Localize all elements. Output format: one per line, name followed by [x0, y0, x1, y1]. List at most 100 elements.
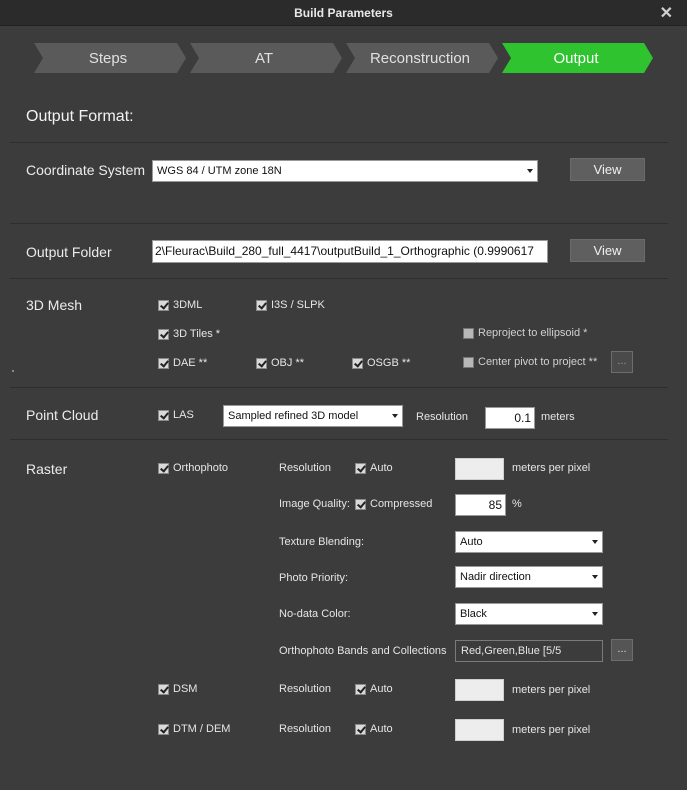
step-label-steps: Steps — [89, 50, 127, 67]
step-label-output: Output — [553, 50, 599, 67]
window-title: Build Parameters — [294, 6, 393, 20]
bands-collections-label: Orthophoto Bands and Collections — [279, 645, 447, 657]
step-label-at: AT — [255, 50, 273, 67]
compressed-label: Compressed — [370, 498, 433, 510]
photo-priority-label: Photo Priority: — [279, 572, 349, 584]
output-folder-label: Output Folder — [26, 244, 112, 260]
checkbox-box[interactable] — [158, 683, 169, 695]
reproject-ellipsoid-label: Reproject to ellipsoid * — [478, 327, 588, 339]
dsm-resolution-input[interactable] — [455, 679, 504, 701]
dtm-checkbox[interactable]: DTM / DEM — [158, 723, 230, 735]
dsm-checkbox[interactable]: DSM — [158, 683, 197, 695]
bands-ellipsis-button[interactable]: ... — [611, 639, 633, 661]
checkbox-box[interactable] — [355, 683, 366, 695]
dsm-resolution-unit: meters per pixel — [512, 684, 591, 696]
dtm-auto-label: Auto — [370, 723, 393, 735]
checkbox-box[interactable] — [158, 357, 169, 369]
mesh-3dml-label: 3DML — [173, 299, 203, 311]
chevron-down-icon — [592, 612, 598, 616]
output-folder-input[interactable]: 2\Fleurac\Build_280_full_4417\outputBuil… — [152, 240, 548, 263]
wizard-steps: Steps AT Reconstruction Output — [34, 43, 654, 73]
mesh-obj-label: OBJ ** — [271, 357, 305, 369]
image-quality-unit: % — [512, 498, 522, 510]
checkbox-box[interactable] — [256, 357, 267, 369]
dsm-auto-label: Auto — [370, 683, 393, 695]
compressed-checkbox[interactable]: Compressed — [355, 498, 432, 510]
point-cloud-label: Point Cloud — [26, 407, 99, 423]
orthophoto-resolution-input[interactable] — [455, 458, 504, 480]
reproject-ellipsoid-checkbox[interactable]: Reproject to ellipsoid * — [463, 327, 587, 339]
image-quality-input[interactable]: 85 — [455, 494, 506, 516]
checkbox-box[interactable] — [463, 356, 474, 368]
point-cloud-source-dropdown[interactable]: Sampled refined 3D model — [223, 405, 403, 427]
nodata-color-label: No-data Color: — [279, 608, 351, 620]
dsm-resolution-label: Resolution — [279, 683, 331, 695]
texture-blending-dropdown[interactable]: Auto — [455, 531, 603, 553]
checkbox-box[interactable] — [355, 723, 366, 735]
point-cloud-unit: meters — [541, 411, 575, 423]
photo-priority-dropdown[interactable]: Nadir direction — [455, 566, 603, 588]
orthophoto-checkbox[interactable]: Orthophoto — [158, 462, 228, 474]
orthophoto-resolution-label: Resolution — [279, 462, 331, 474]
separator — [10, 387, 668, 388]
mesh-osgb-label: OSGB ** — [367, 357, 411, 369]
center-pivot-checkbox[interactable]: Center pivot to project ** — [463, 356, 597, 368]
mesh-osgb-checkbox[interactable]: OSGB ** — [352, 357, 410, 369]
dtm-label: DTM / DEM — [173, 723, 231, 735]
las-label: LAS — [173, 409, 194, 421]
chevron-down-icon — [592, 540, 598, 544]
dsm-auto-checkbox[interactable]: Auto — [355, 683, 393, 695]
mesh-i3s-checkbox[interactable]: I3S / SLPK — [256, 299, 325, 311]
point-cloud-resolution-label: Resolution — [416, 411, 468, 423]
checkbox-box[interactable] — [158, 328, 169, 340]
point-cloud-resolution-input[interactable]: 0.1 — [485, 407, 535, 429]
raster-label: Raster — [26, 461, 68, 477]
orthophoto-resolution-unit: meters per pixel — [512, 462, 591, 474]
orthophoto-auto-label: Auto — [370, 462, 393, 474]
checkbox-box[interactable] — [158, 462, 169, 474]
las-checkbox[interactable]: LAS — [158, 409, 194, 421]
output-folder-view-button[interactable]: View — [570, 239, 645, 262]
separator — [10, 439, 668, 440]
mesh-3dml-checkbox[interactable]: 3DML — [158, 299, 202, 311]
checkbox-box[interactable] — [158, 723, 169, 735]
coordinate-system-dropdown[interactable]: WGS 84 / UTM zone 18N — [152, 160, 538, 182]
mesh-dae-checkbox[interactable]: DAE ** — [158, 357, 207, 369]
mesh-section-label: 3D Mesh — [26, 297, 83, 313]
mesh-obj-checkbox[interactable]: OBJ ** — [256, 357, 304, 369]
mesh-3dtiles-checkbox[interactable]: 3D Tiles * — [158, 328, 220, 340]
wizard-steps-graphic: Steps AT Reconstruction Output — [34, 43, 653, 73]
mesh-dae-label: DAE ** — [173, 357, 208, 369]
checkbox-box[interactable] — [352, 357, 363, 369]
dtm-resolution-input[interactable] — [455, 719, 504, 741]
bands-collections-field[interactable]: Red,Green,Blue [5/5 — [455, 640, 603, 662]
mesh-3dtiles-label: 3D Tiles * — [173, 328, 221, 340]
checkbox-box[interactable] — [256, 299, 267, 311]
nodata-color-dropdown[interactable]: Black — [455, 603, 603, 625]
center-pivot-label: Center pivot to project ** — [478, 356, 598, 368]
texture-blending-label: Texture Blending: — [279, 536, 364, 548]
coordinate-system-view-button[interactable]: View — [570, 158, 645, 181]
title-bar: Build Parameters ✕ — [0, 0, 687, 26]
orthophoto-label: Orthophoto — [173, 462, 229, 474]
checkbox-box[interactable] — [158, 299, 169, 311]
center-pivot-ellipsis-button[interactable]: ... — [611, 351, 633, 373]
mesh-i3s-label: I3S / SLPK — [271, 299, 325, 311]
nodata-color-value: Black — [460, 608, 487, 620]
dtm-resolution-unit: meters per pixel — [512, 724, 591, 736]
point-cloud-source-value: Sampled refined 3D model — [228, 410, 359, 422]
chevron-down-icon — [392, 414, 398, 418]
close-icon[interactable]: ✕ — [660, 3, 673, 23]
photo-priority-value: Nadir direction — [460, 571, 531, 583]
dtm-auto-checkbox[interactable]: Auto — [355, 723, 393, 735]
checkbox-box[interactable] — [355, 498, 366, 510]
checkbox-box[interactable] — [158, 409, 169, 421]
orthophoto-auto-checkbox[interactable]: Auto — [355, 462, 393, 474]
image-quality-label: Image Quality: — [279, 498, 350, 510]
output-format-heading: Output Format: — [26, 108, 134, 125]
separator — [10, 223, 668, 224]
checkbox-box[interactable] — [463, 327, 474, 339]
checkbox-box[interactable] — [355, 462, 366, 474]
coordinate-system-label: Coordinate System — [26, 162, 146, 178]
stray-dot — [12, 370, 14, 372]
